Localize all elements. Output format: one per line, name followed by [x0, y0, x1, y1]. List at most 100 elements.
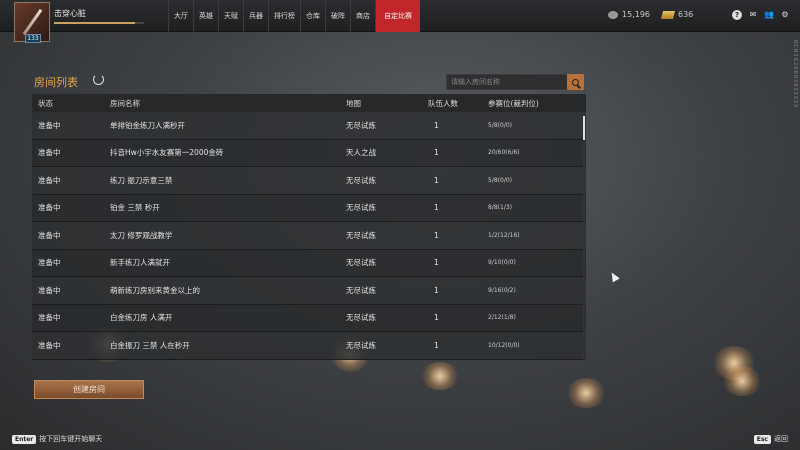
cell-status: 准备中: [38, 175, 61, 185]
cell-map: 无尽试炼: [346, 313, 376, 323]
mail-icon[interactable]: ✉: [748, 10, 758, 20]
cell-room-name: 新手练刀人满就开: [110, 258, 170, 268]
cell-seats: 9/16(0/2): [488, 286, 516, 294]
table-row[interactable]: 准备中 铂金 三禁 秒开 无尽试炼 1 8/8(1/3): [32, 194, 586, 222]
refresh-icon[interactable]: [93, 74, 104, 85]
cell-map: 无尽试炼: [346, 285, 376, 295]
nav-item[interactable]: 商店: [350, 0, 375, 32]
cell-team-size: 1: [434, 148, 439, 158]
column-header-name: 房间名称: [110, 98, 140, 108]
main-nav: 大厅 英雄 天赋 兵器 排行榜 仓库 破阵 商店 自定比赛: [168, 0, 420, 32]
table-row[interactable]: 准备中 新手练刀人满就开 无尽试炼 1 9/10(0/0): [32, 249, 586, 277]
mouse-cursor-icon: [608, 270, 620, 283]
cell-status: 准备中: [38, 148, 61, 158]
cell-map: 无尽试炼: [346, 230, 376, 240]
cell-room-name: 铂金 三禁 秒开: [110, 203, 160, 213]
room-table: 状态 房间名称 地图 队伍人数 参赛位(裁判位) 准备中 单排铂金练刀人满秒开 无尽…: [32, 94, 586, 360]
cell-map: 无尽试炼: [346, 258, 376, 268]
enter-key-badge: Enter: [12, 434, 37, 444]
back-hint-text: 返回: [774, 435, 788, 443]
enter-chat-hint: Enter 按下回车键开始聊天: [12, 434, 102, 444]
table-body: 准备中 单排铂金练刀人满秒开 无尽试炼 1 5/8(0/0) 准备中 抖音Hw小宇水友赛第一…: [32, 112, 586, 360]
gold-amount: 636: [678, 10, 694, 19]
nav-item[interactable]: 破阵: [325, 0, 350, 32]
search-icon: [572, 78, 579, 86]
help-icon[interactable]: ?: [732, 10, 742, 20]
enter-hint-text: 按下回车键开始聊天: [39, 435, 103, 443]
column-header-team-size: 队伍人数: [428, 98, 458, 108]
cell-seats: 5/8(0/0): [488, 176, 512, 184]
cell-team-size: 1: [434, 175, 439, 185]
cell-room-name: 白金练刀房 人满开: [110, 313, 173, 323]
cell-team-size: 1: [434, 203, 439, 213]
nav-item[interactable]: 兵器: [243, 0, 268, 32]
cell-seats: 20/60(6/6): [488, 149, 520, 157]
nav-item[interactable]: 排行榜: [268, 0, 300, 32]
player-name: 击穿心脏: [54, 9, 86, 18]
cell-room-name: 练刀 振刀示意三禁: [110, 175, 173, 185]
cell-status: 准备中: [38, 120, 61, 130]
cell-room-name: 萌新练刀房别来黄金以上的: [110, 285, 200, 295]
table-row[interactable]: 准备中 太刀 修罗观战教学 无尽试炼 1 1/2(12/16): [32, 222, 586, 250]
gold-balance: 636: [660, 10, 694, 19]
cell-team-size: 1: [434, 258, 439, 268]
nav-item[interactable]: 自定比赛: [375, 0, 420, 32]
top-icon-group: ? ✉ 👥 ⚙: [732, 10, 790, 20]
search-button[interactable]: [567, 74, 584, 90]
cell-status: 准备中: [38, 258, 61, 268]
panel-title: 房间列表: [34, 76, 78, 89]
cell-status: 准备中: [38, 313, 61, 323]
table-header: 状态 房间名称 地图 队伍人数 参赛位(裁判位): [32, 94, 586, 112]
table-row[interactable]: 准备中 单排铂金练刀人满秒开 无尽试炼 1 5/8(0/0): [32, 112, 586, 140]
back-hint[interactable]: Esc 返回: [753, 434, 788, 444]
nav-item[interactable]: 天赋: [218, 0, 243, 32]
cell-seats: 1/2(12/16): [488, 231, 520, 239]
cell-seats: 2/12(1/8): [488, 314, 516, 322]
sword-icon: [22, 8, 43, 36]
column-header-seats: 参赛位(裁判位): [488, 98, 539, 108]
cell-seats: 9/10(0/0): [488, 259, 516, 267]
table-row[interactable]: 准备中 抖音Hw小宇水友赛第一2000金砖 天人之战 1 20/60(6/6): [32, 139, 586, 167]
cell-team-size: 1: [434, 313, 439, 323]
coin-amount: 15,196: [622, 10, 650, 19]
cell-team-size: 1: [434, 340, 439, 350]
top-bar: 击穿心脏 大厅 英雄 天赋 兵器 排行榜 仓库 破阵 商店 自定比赛 15,196 636 ? …: [0, 0, 800, 32]
create-room-button[interactable]: 创建房间: [34, 380, 144, 399]
column-header-map: 地图: [346, 98, 361, 108]
nav-item[interactable]: 大厅: [168, 0, 193, 32]
exp-bar-fill: [54, 22, 135, 24]
cell-team-size: 1: [434, 285, 439, 295]
cell-team-size: 1: [434, 230, 439, 240]
cell-seats: 8/8(1/3): [488, 204, 512, 212]
table-row[interactable]: 准备中 练刀 振刀示意三禁 无尽试炼 1 5/8(0/0): [32, 167, 586, 195]
cell-map: 无尽试炼: [346, 203, 376, 213]
cell-room-name: 太刀 修罗观战教学: [110, 230, 173, 240]
cell-seats: 10/12(0/0): [488, 341, 520, 349]
cell-map: 无尽试炼: [346, 175, 376, 185]
nav-item[interactable]: 英雄: [193, 0, 218, 32]
friends-icon[interactable]: 👥: [764, 10, 774, 20]
scrollbar-track[interactable]: [583, 114, 585, 362]
column-header-status: 状态: [38, 98, 53, 108]
lantern-decoration: [722, 366, 762, 396]
room-search-input[interactable]: [446, 74, 568, 90]
table-row[interactable]: 准备中 萌新练刀房别来黄金以上的 无尽试炼 1 9/16(0/2): [32, 277, 586, 305]
version-id: RCN1R20R02022025: [792, 40, 798, 109]
table-row[interactable]: 准备中 白金练刀房 人满开 无尽试炼 1 2/12(1/8): [32, 304, 586, 332]
nav-item[interactable]: 仓库: [300, 0, 325, 32]
scrollbar-thumb[interactable]: [583, 116, 585, 140]
cell-team-size: 1: [434, 120, 439, 130]
settings-icon[interactable]: ⚙: [780, 10, 790, 20]
gold-bar-icon: [660, 10, 676, 19]
cell-seats: 5/8(0/0): [488, 121, 512, 129]
lantern-decoration: [420, 362, 460, 390]
table-row[interactable]: 准备中 白金振刀 三禁 人在秒开 无尽试炼 1 10/12(0/0): [32, 332, 586, 360]
cell-room-name: 白金振刀 三禁 人在秒开: [110, 340, 190, 350]
cell-map: 天人之战: [346, 148, 376, 158]
cell-status: 准备中: [38, 340, 61, 350]
cell-map: 无尽试炼: [346, 120, 376, 130]
coin-icon: [608, 10, 618, 19]
coin-balance: 15,196: [608, 10, 650, 19]
cell-map: 无尽试炼: [346, 340, 376, 350]
cell-status: 准备中: [38, 285, 61, 295]
